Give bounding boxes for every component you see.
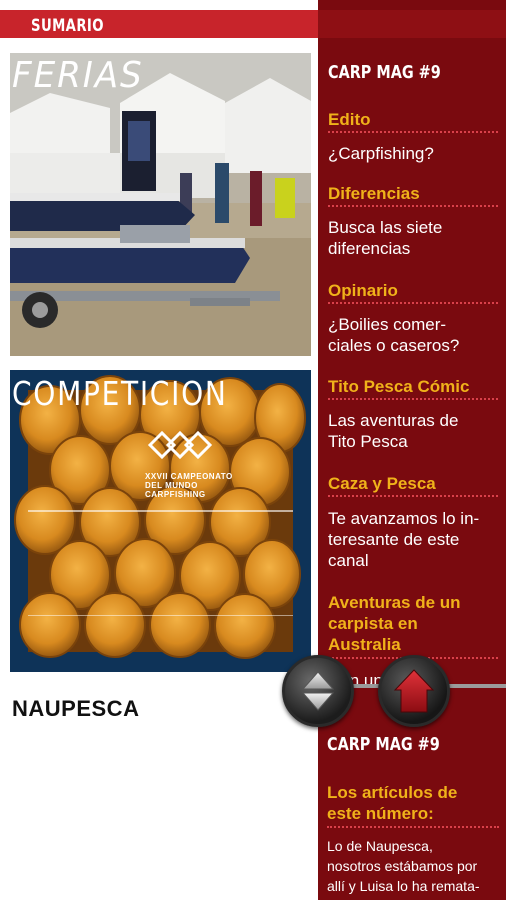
toc-text-line: Te avanzamos lo in- <box>328 509 480 528</box>
toc-divider <box>328 495 498 497</box>
toc-text-line: teresante de este <box>328 530 460 549</box>
preview-heading-line: este número: <box>327 804 434 823</box>
toc-heading-line: Australia <box>328 635 401 654</box>
home-button[interactable] <box>378 655 450 727</box>
toc-text-line: diferencias <box>328 239 411 258</box>
preview-title: CARP MAG #9 <box>327 734 440 755</box>
toc-text-diferencias[interactable]: Busca las siete diferencias <box>328 217 442 259</box>
toc-heading-edito[interactable]: Edito <box>328 109 371 130</box>
toc-heading-opinario[interactable]: Opinario <box>328 280 398 301</box>
toc-text-edito[interactable]: ¿Carpfishing? <box>328 143 434 164</box>
toc-heading-aventuras[interactable]: Aventuras de un carpista en Australia <box>328 592 461 655</box>
poster-line-1: XXVII CAMPEONATO <box>145 472 233 481</box>
poster-line-3: CARPFISHING <box>145 490 206 499</box>
section-header: SUMARIO <box>0 10 318 38</box>
preview-body-line: nosotros estábamos por <box>327 858 478 874</box>
toc-text-line: ciales o caseros? <box>328 336 460 355</box>
toc-text-line: Busca las siete <box>328 218 443 237</box>
toc-heading-diferencias[interactable]: Diferencias <box>328 183 420 204</box>
toc-text-line: canal <box>328 551 369 570</box>
toc-text-line: Tito Pesca <box>328 432 408 451</box>
toc-text-tito-pesca[interactable]: Las aventuras de Tito Pesca <box>328 410 458 452</box>
poster-caption: XXVII CAMPEONATO DEL MUNDO CARPFISHING <box>145 472 233 499</box>
toc-heading-line: Aventuras de un <box>328 593 461 612</box>
brand-label: NAUPESCA <box>12 696 140 721</box>
preview-body-line: Lo de Naupesca, <box>327 838 433 854</box>
toc-divider <box>328 302 498 304</box>
preview-body-line: allí y Luisa lo ha remata- <box>327 878 480 894</box>
preview-heading-line: Los artículos de <box>327 783 458 802</box>
home-icon <box>393 669 435 713</box>
competicion-thumbnail[interactable]: COMPETICION XXVII CAMPEONATO DEL MUNDO C… <box>10 370 311 672</box>
preview-heading: Los artículos de este número: <box>327 782 457 824</box>
ferias-label: FERIAS <box>12 55 144 96</box>
toc-divider <box>328 131 498 133</box>
competicion-poster <box>10 370 311 672</box>
toc-heading-tito-pesca[interactable]: Tito Pesca Cómic <box>328 376 469 397</box>
preview-divider <box>327 826 499 828</box>
up-down-arrows-icon <box>301 671 335 711</box>
ferias-photo <box>10 53 311 356</box>
preview-body: Lo de Naupesca, nosotros estábamos por a… <box>327 836 503 896</box>
toc-divider <box>328 398 498 400</box>
toc-text-caza-pesca[interactable]: Te avanzamos lo in- teresante de este ca… <box>328 508 479 571</box>
competicion-label: COMPETICION <box>12 374 228 413</box>
magazine-title: CARP MAG #9 <box>328 62 441 83</box>
poster-line-2: DEL MUNDO <box>145 481 198 490</box>
toc-divider <box>328 205 498 207</box>
scroll-toggle-button[interactable] <box>282 655 354 727</box>
sidebar-top-strip <box>318 10 506 38</box>
toc-heading-caza-pesca[interactable]: Caza y Pesca <box>328 473 436 494</box>
ferias-thumbnail[interactable]: FERIAS <box>10 53 311 356</box>
toc-text-line: Las aventuras de <box>328 411 459 430</box>
toc-heading-line: carpista en <box>328 614 418 633</box>
toc-text-opinario[interactable]: ¿Boilies comer- ciales o caseros? <box>328 314 459 356</box>
section-title: SUMARIO <box>31 16 104 36</box>
toc-text-line: ¿Boilies comer- <box>328 315 447 334</box>
